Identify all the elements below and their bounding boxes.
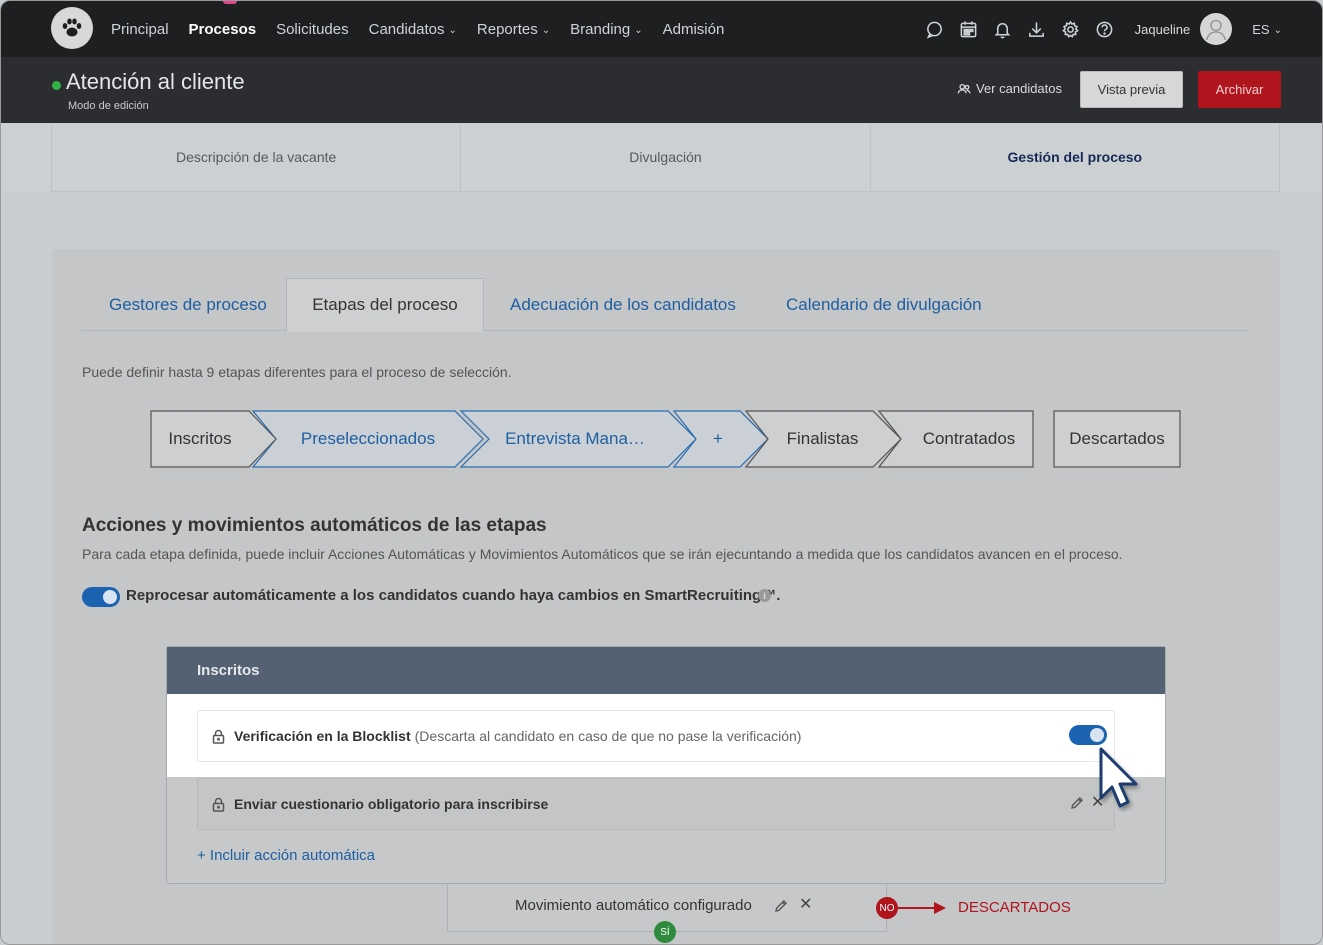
view-candidates-link[interactable]: Ver candidatos bbox=[957, 81, 1062, 96]
stage-contratados[interactable]: Contratados bbox=[902, 410, 1036, 468]
nav-label: Principal bbox=[111, 20, 169, 38]
action-name: Verificación en la Blocklist bbox=[234, 728, 411, 744]
edit-pencil-icon[interactable] bbox=[774, 899, 788, 913]
main-tabs: Descripción de la vacante Divulgación Ge… bbox=[51, 123, 1280, 192]
tab-divulgacion[interactable]: Divulgación bbox=[461, 123, 871, 191]
stages-flow: Inscritos Preseleccionados Entrevista Ma… bbox=[150, 410, 1185, 468]
action-note: (Descarta al candidato en caso de que no… bbox=[414, 728, 802, 744]
stage-descartados[interactable]: Descartados bbox=[1054, 410, 1180, 468]
nav-item-procesos[interactable]: Procesos bbox=[189, 21, 257, 38]
mouse-pointer-icon bbox=[1099, 747, 1138, 808]
arrow-head-icon bbox=[934, 902, 946, 914]
add-action-link[interactable]: + Incluir acción automática bbox=[197, 847, 375, 864]
stage-inscritos[interactable]: Inscritos bbox=[150, 410, 250, 468]
add-stage-button[interactable]: + bbox=[698, 410, 738, 468]
language-selector[interactable]: ES ⌄ bbox=[1252, 22, 1282, 37]
nav-label: Candidatos bbox=[368, 20, 445, 38]
nav-label: Admisión bbox=[662, 20, 725, 38]
language-label: ES bbox=[1252, 21, 1270, 37]
app-window: Principal Procesos Solicitudes Candidato… bbox=[0, 0, 1323, 945]
chevron-down-icon: ⌄ bbox=[541, 24, 551, 36]
nav-toolbar: Jaqueline ES ⌄ bbox=[911, 1, 1282, 57]
toggle-knob bbox=[103, 590, 117, 604]
bell-icon[interactable] bbox=[993, 19, 1013, 39]
no-badge: NO bbox=[876, 897, 898, 919]
chevron-down-icon: ⌄ bbox=[1273, 24, 1282, 36]
subtab-calendario[interactable]: Calendario de divulgación bbox=[786, 278, 982, 331]
yes-badge: SÍ bbox=[654, 921, 676, 943]
paw-logo-icon[interactable] bbox=[51, 7, 93, 49]
calendar-icon[interactable] bbox=[959, 19, 979, 39]
nav-label: Solicitudes bbox=[276, 20, 349, 38]
nav-item-principal[interactable]: Principal bbox=[111, 21, 169, 38]
subtab-gestores[interactable]: Gestores de proceso bbox=[109, 278, 267, 331]
blocklist-toggle[interactable] bbox=[1069, 725, 1107, 745]
action-name: Enviar cuestionario obligatorio para ins… bbox=[234, 796, 549, 812]
nav-item-admision[interactable]: Admisión bbox=[663, 21, 725, 38]
avatar[interactable] bbox=[1200, 13, 1233, 45]
reprocess-toggle[interactable] bbox=[82, 587, 120, 607]
stage-panel-title: Inscritos bbox=[167, 647, 1165, 694]
help-icon[interactable] bbox=[1095, 19, 1115, 39]
users-icon bbox=[957, 83, 971, 94]
nav-item-branding[interactable]: Branding ⌄ bbox=[570, 21, 642, 38]
reprocess-label: Reprocesar automáticamente a los candida… bbox=[126, 587, 781, 604]
stage-preseleccionados[interactable]: Preseleccionados bbox=[278, 410, 458, 468]
status-indicator bbox=[52, 81, 61, 90]
tab-gestion[interactable]: Gestión del proceso bbox=[871, 123, 1279, 191]
section-title: Acciones y movimientos automáticos de la… bbox=[82, 515, 547, 536]
nav-item-reportes[interactable]: Reportes ⌄ bbox=[477, 21, 550, 38]
lock-icon bbox=[212, 796, 226, 812]
main-menu: Principal Procesos Solicitudes Candidato… bbox=[111, 1, 744, 57]
toggle-knob bbox=[1090, 728, 1104, 742]
page-title: Atención al cliente bbox=[66, 69, 245, 94]
section-description: Para cada etapa definida, puede incluir … bbox=[82, 546, 1123, 562]
subtab-etapas[interactable]: Etapas del proceso bbox=[286, 278, 484, 332]
chat-icon[interactable] bbox=[925, 19, 945, 39]
nav-label: Reportes bbox=[476, 20, 538, 38]
sub-tabs: Gestores de proceso Etapas del proceso A… bbox=[82, 278, 1250, 332]
nav-item-solicitudes[interactable]: Solicitudes bbox=[276, 21, 349, 38]
preview-button[interactable]: Vista previa bbox=[1080, 71, 1183, 108]
chevron-down-icon: ⌄ bbox=[448, 24, 457, 36]
gear-icon[interactable] bbox=[1061, 19, 1081, 39]
stage-finalistas[interactable]: Finalistas bbox=[770, 410, 875, 468]
lock-icon bbox=[212, 728, 226, 744]
movement-label: Movimiento automático configurado bbox=[515, 897, 752, 914]
stages-hint: Puede definir hasta 9 etapas diferentes … bbox=[82, 364, 512, 380]
action-questionnaire: Enviar cuestionario obligatorio para ins… bbox=[197, 778, 1115, 830]
page-subtitle: Modo de edición bbox=[68, 100, 149, 112]
tab-descripcion[interactable]: Descripción de la vacante bbox=[52, 123, 462, 191]
action-blocklist: Verificación en la Blocklist (Descarta a… bbox=[197, 710, 1115, 762]
nav-label: Procesos bbox=[188, 20, 257, 38]
nav-item-candidatos[interactable]: Candidatos ⌄ bbox=[369, 21, 457, 38]
archive-button[interactable]: Archivar bbox=[1198, 71, 1281, 108]
user-name[interactable]: Jaqueline bbox=[1135, 22, 1191, 37]
movement-target: DESCARTADOS bbox=[958, 899, 1071, 916]
delete-x-icon[interactable]: ✕ bbox=[799, 897, 812, 913]
stage-entrevista[interactable]: Entrevista Mana… bbox=[490, 410, 660, 468]
subtab-adecuacion[interactable]: Adecuación de los candidatos bbox=[510, 278, 736, 331]
info-icon[interactable]: i bbox=[758, 589, 771, 602]
download-icon[interactable] bbox=[1027, 19, 1047, 39]
view-candidates-label: Ver candidatos bbox=[976, 81, 1063, 96]
edit-pencil-icon[interactable] bbox=[1070, 796, 1084, 810]
nav-label: Branding bbox=[570, 20, 631, 38]
chevron-down-icon: ⌄ bbox=[634, 24, 643, 36]
arrow-right-icon bbox=[898, 907, 936, 909]
